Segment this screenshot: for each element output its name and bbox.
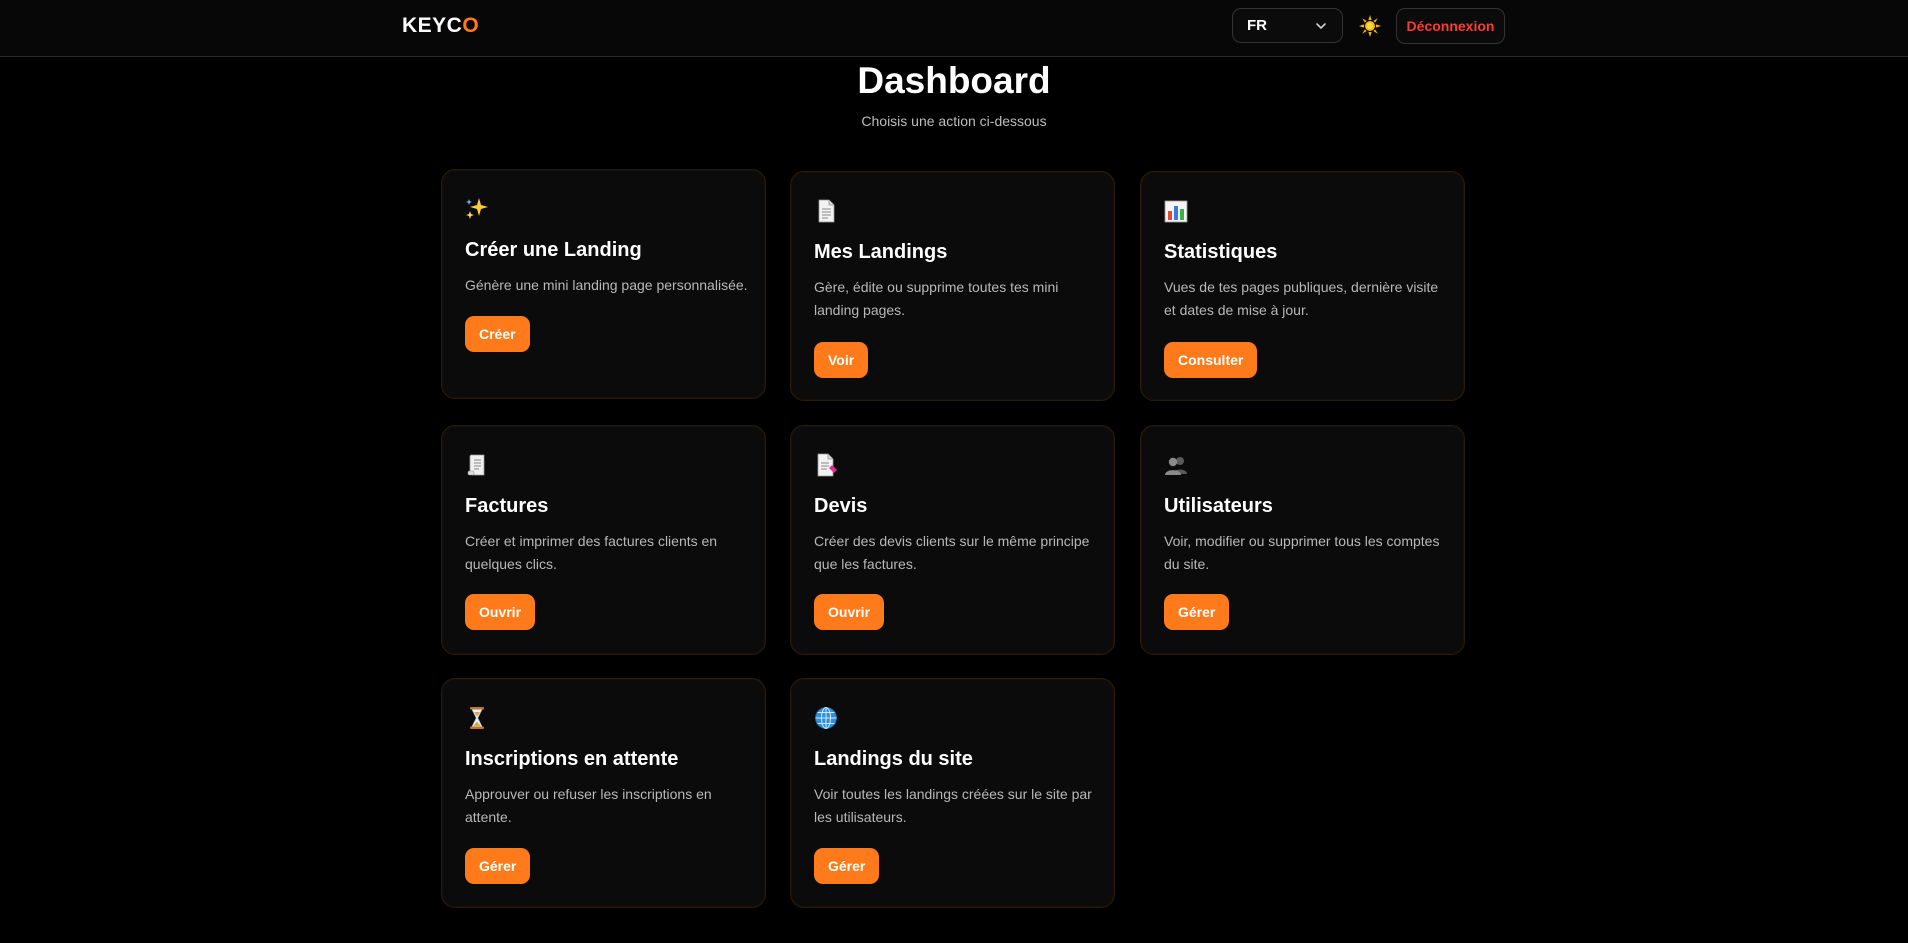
card-pending-registrations: Inscriptions en attente Approuver ou ref… — [441, 678, 766, 908]
card-title: Créer une Landing — [465, 239, 642, 261]
card-description: Voir toutes les landings créées sur le s… — [814, 786, 1092, 825]
card-description: Génère une mini landing page personnalis… — [465, 277, 748, 293]
card-title: Utilisateurs — [1164, 495, 1273, 517]
manage-registrations-button[interactable]: Gérer — [465, 848, 531, 884]
logo-accent: O — [462, 14, 480, 37]
globe-icon — [815, 707, 837, 729]
card-description: Vues de tes pages publiques, dernière vi… — [1164, 279, 1439, 318]
card-title: Statistiques — [1164, 241, 1278, 263]
card-quotes: Devis Créer des devis clients sur le mêm… — [790, 425, 1115, 655]
card-description: Gère, édite ou supprime toutes tes mini … — [814, 279, 1059, 318]
card-users: Utilisateurs Voir, modifier ou supprimer… — [1140, 425, 1465, 655]
card-create-landing: Créer une Landing Génère une mini landin… — [441, 169, 766, 399]
quote-document-icon — [817, 453, 837, 477]
card-my-landings: Mes Landings Gère, édite ou supprime tou… — [790, 171, 1115, 401]
card-title: Landings du site — [814, 748, 973, 770]
logo[interactable]: KEYCO — [402, 14, 479, 38]
hourglass-icon — [470, 707, 484, 729]
logout-button[interactable]: Déconnexion — [1396, 8, 1505, 44]
card-description: Créer des devis clients sur le même prin… — [814, 533, 1090, 572]
card-title: Mes Landings — [814, 241, 948, 263]
view-landings-button[interactable]: Voir — [814, 342, 869, 378]
bar-chart-icon — [1164, 200, 1188, 223]
receipt-icon — [467, 454, 485, 476]
consult-stats-button[interactable]: Consulter — [1164, 342, 1258, 378]
open-invoices-button[interactable]: Ouvrir — [465, 594, 536, 630]
language-value: FR — [1247, 17, 1267, 34]
card-description: Créer et imprimer des factures clients e… — [465, 533, 718, 572]
card-site-landings: Landings du site Voir toutes les landing… — [790, 678, 1115, 908]
card-title: Inscriptions en attente — [465, 748, 679, 770]
card-description: Approuver ou refuser les inscriptions en… — [465, 786, 712, 825]
language-select[interactable]: FR — [1232, 8, 1343, 43]
top-bar: KEYCO FR Déconnexion — [0, 0, 1908, 57]
card-description: Voir, modifier ou supprimer tous les com… — [1164, 533, 1440, 572]
card-statistics: Statistiques Vues de tes pages publiques… — [1140, 171, 1465, 401]
create-landing-button[interactable]: Créer — [465, 316, 530, 352]
users-icon — [1165, 457, 1187, 475]
open-quotes-button[interactable]: Ouvrir — [814, 594, 885, 630]
manage-users-button[interactable]: Gérer — [1164, 594, 1230, 630]
logo-text: KEYC — [402, 14, 463, 37]
manage-site-landings-button[interactable]: Gérer — [814, 848, 880, 884]
page-title: Dashboard — [857, 60, 1051, 101]
sun-icon[interactable] — [1358, 14, 1382, 38]
card-title: Devis — [814, 495, 868, 517]
page-subtitle: Choisis une action ci-dessous — [861, 113, 1047, 129]
document-icon — [818, 199, 835, 223]
card-title: Factures — [465, 495, 549, 517]
card-invoices: Factures Créer et imprimer des factures … — [441, 425, 766, 655]
sparkles-icon — [466, 198, 488, 219]
chevron-down-icon — [1316, 22, 1326, 29]
